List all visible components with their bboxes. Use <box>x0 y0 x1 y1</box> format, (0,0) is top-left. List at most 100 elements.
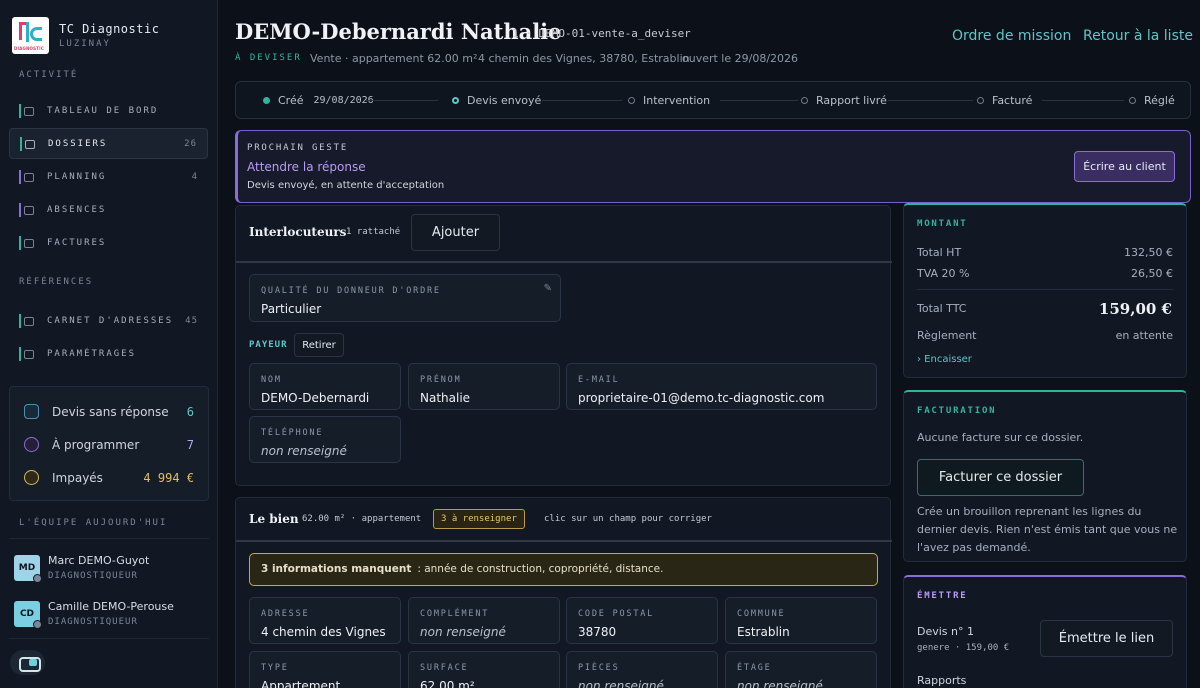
stat-label: À programmer <box>52 437 140 452</box>
invoice-dossier-button[interactable]: Facturer ce dossier <box>917 459 1084 496</box>
mission-order-link[interactable]: Ordre de mission <box>952 28 1071 44</box>
field-label: CODE POSTAL <box>578 609 655 619</box>
field-label: NOM <box>261 375 282 385</box>
email-field[interactable]: E-MAIL proprietaire-01@demo.tc-diagnostic… <box>566 363 877 410</box>
stat-unanswered-quotes[interactable]: Devis sans réponse 6 <box>24 395 194 428</box>
row-value: en attente <box>1115 329 1173 342</box>
total-ht-row: Total HT 132,50 € <box>917 246 1173 259</box>
sidebar: DIAGNOSTIC TC Diagnostic LUZINAY ACTIVIT… <box>0 0 218 688</box>
status-badge: À DEVISER <box>235 53 302 63</box>
step-report-delivered: Rapport livré <box>801 94 887 107</box>
row-label: Total HT <box>917 246 962 259</box>
company-name: TC Diagnostic <box>59 22 160 36</box>
step-dot <box>452 97 459 104</box>
field-value: DEMO-Debernardi <box>261 391 370 405</box>
step-label: Intervention <box>643 94 711 107</box>
stat-unpaid[interactable]: Impayés 4 994 € <box>24 461 194 494</box>
step-invoiced: Facturé <box>977 94 1032 107</box>
payer-label: PAYEUR <box>249 340 288 350</box>
property-hint: clic sur un champ pour corriger <box>544 514 712 524</box>
nav-item-dashboard[interactable]: TABLEAU DE BORD <box>9 95 208 126</box>
stat-to-schedule[interactable]: À programmer 7 <box>24 428 194 461</box>
nav-count: 4 <box>191 171 198 182</box>
missing-info-warning: 3 informations manquent: année de constr… <box>249 553 878 586</box>
amount-title: MONTANT <box>917 219 968 229</box>
step-created: Créé 29/08/2026 <box>263 94 374 107</box>
missing-fields-badge: 3 à renseigner <box>433 509 525 529</box>
step-label: Réglé <box>1144 94 1175 107</box>
step-date: 29/08/2026 <box>313 95 374 106</box>
nav-label: TABLEAU DE BORD <box>47 105 159 116</box>
nav-count: 45 <box>185 315 198 326</box>
phone-field[interactable]: TÉLÉPHONE non renseigné <box>249 416 401 463</box>
field-value: 62.00 m² <box>420 679 475 688</box>
total-ttc-label: Total TTC <box>917 302 967 315</box>
field-value: proprietaire-01@demo.tc-diagnostic.com <box>578 391 825 405</box>
first-name-field[interactable]: PRÉNOM Nathalie <box>408 363 560 410</box>
nav-item-settings[interactable]: PARAMÉTRAGES <box>9 338 208 369</box>
field-label: COMMUNE <box>737 609 786 619</box>
billing-help-text: Crée un brouillon reprenant les lignes d… <box>917 505 1178 554</box>
dossier-reference: 1 · DEMO-01-vente-a_deviser <box>512 27 691 40</box>
add-contact-button[interactable]: Ajouter <box>411 214 500 251</box>
write-to-client-button[interactable]: Écrire au client <box>1074 151 1175 182</box>
progress-stepper: Créé 29/08/2026 Devis envoyé Intervention… <box>235 81 1191 119</box>
brand: DIAGNOSTIC TC Diagnostic LUZINAY <box>0 0 217 54</box>
nav-item-absences[interactable]: ABSENCES <box>9 194 208 225</box>
client-quality-field[interactable]: QUALITÉ DU DONNEUR D'ORDRE Particulier ✎ <box>249 274 561 322</box>
floor-field[interactable]: ÉTAGE non renseigné <box>725 651 877 688</box>
field-value: Estrablin <box>737 625 790 639</box>
stat-label: Impayés <box>52 470 103 485</box>
property-title: Le bien <box>249 512 299 526</box>
address-complement-field[interactable]: COMPLÉMENT non renseigné <box>408 597 560 644</box>
step-label: Créé <box>278 94 304 107</box>
field-value: non renseigné <box>420 625 506 639</box>
theme-toggle[interactable] <box>10 650 45 675</box>
next-action-kicker: PROCHAIN GESTE <box>247 143 349 153</box>
next-action-title: Attendre la réponse <box>247 160 366 174</box>
last-name-field[interactable]: NOM DEMO-Debernardi <box>249 363 401 410</box>
field-label: TÉLÉPHONE <box>261 428 324 438</box>
property-summary: Vente · appartement 62.00 m² <box>310 52 478 65</box>
stat-value: 4 994 € <box>143 470 194 485</box>
emit-link-button[interactable]: Émettre le lien <box>1040 620 1173 657</box>
team-member-role: DIAGNOSTIQUEUR <box>48 617 138 627</box>
team-member[interactable]: MD Marc DEMO-Guyot DIAGNOSTIQUEUR <box>14 554 149 583</box>
step-dot <box>263 97 270 104</box>
team-member[interactable]: CD Camille DEMO-Perouse DIAGNOSTIQUEUR <box>14 600 174 629</box>
contacts-title: Interlocuteurs <box>249 225 347 239</box>
team-member-role: DIAGNOSTIQUEUR <box>48 571 138 581</box>
type-field[interactable]: TYPE Appartement <box>249 651 401 688</box>
field-value: Particulier <box>261 302 322 316</box>
field-label: ÉTAGE <box>737 663 772 673</box>
back-to-list-link[interactable]: Retour à la liste <box>1083 28 1193 44</box>
logo-text: DIAGNOSTIC <box>14 46 44 51</box>
contacts-count: 1 rattaché <box>346 227 401 237</box>
pencil-icon[interactable]: ✎ <box>544 283 552 294</box>
contacts-card: Interlocuteurs 1 rattaché Ajouter QUALIT… <box>235 205 892 486</box>
emit-card: ÉMETTRE Devis n° 1 genere · 159,00 € Éme… <box>903 575 1187 688</box>
sliders-icon <box>19 346 34 361</box>
collect-payment-link[interactable]: › Encaisser <box>917 354 972 365</box>
nav-item-planning[interactable]: PLANNING 4 <box>9 161 208 192</box>
reports-label: Rapports <box>917 674 967 687</box>
step-dot <box>977 97 984 104</box>
row-label: TVA 20 % <box>917 267 970 280</box>
field-value: non renseigné <box>737 679 823 688</box>
company-location: LUZINAY <box>59 39 111 49</box>
row-value: 26,50 € <box>1131 267 1173 280</box>
field-label: E-MAIL <box>578 375 620 385</box>
company-logo: DIAGNOSTIC <box>12 17 49 54</box>
rooms-field[interactable]: PIÈCES non renseigné <box>566 651 718 688</box>
avatar: CD <box>14 600 42 629</box>
city-field[interactable]: COMMUNE Estrablin <box>725 597 877 644</box>
nav-item-factures[interactable]: FACTURES <box>9 227 208 258</box>
surface-field[interactable]: SURFACE 62.00 m² <box>408 651 560 688</box>
nav-item-address-book[interactable]: CARNET D'ADRESSES 45 <box>9 305 208 336</box>
postal-code-field[interactable]: CODE POSTAL 38780 <box>566 597 718 644</box>
address-field[interactable]: ADRESSE 4 chemin des Vignes <box>249 597 401 644</box>
cup-icon <box>19 202 34 217</box>
field-value: Nathalie <box>420 391 471 405</box>
remove-payer-button[interactable]: Retirer <box>294 333 344 357</box>
nav-item-dossiers[interactable]: DOSSIERS 26 <box>9 128 208 159</box>
